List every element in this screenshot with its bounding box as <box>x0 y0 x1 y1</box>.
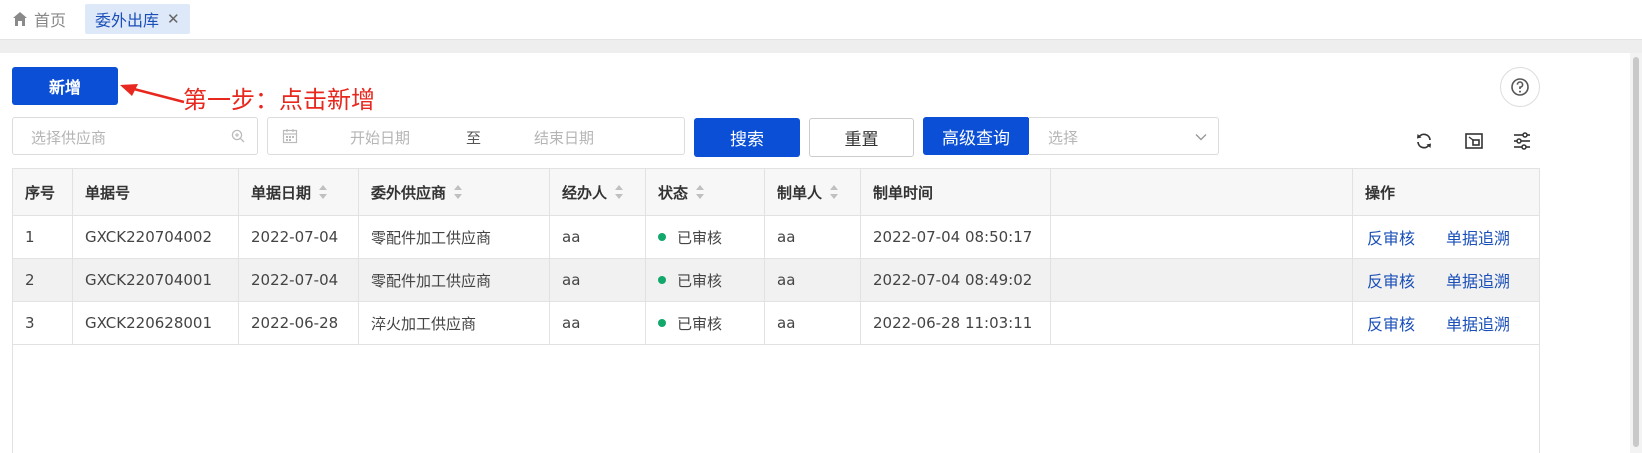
cell-status: 已审核 <box>646 302 765 344</box>
cell-creator: aa <box>765 302 861 344</box>
column-header: 序号 <box>13 169 73 215</box>
cell-status: 已审核 <box>646 216 765 258</box>
date-range-picker[interactable]: 开始日期 至 结束日期 <box>267 117 685 155</box>
column-header <box>1051 169 1353 215</box>
sort-icon[interactable] <box>318 184 328 200</box>
cell-empty <box>1051 302 1353 344</box>
settings-icon[interactable] <box>1512 131 1532 151</box>
data-table: 序号 单据号 单据日期 委外供应商 经办人 状态 制单人 制单时间 操作 1 G… <box>12 168 1540 453</box>
supplier-placeholder: 选择供应商 <box>31 129 107 147</box>
table-row: 1 GXCK220704002 2022-07-04 零配件加工供应商 aa 已… <box>13 216 1539 259</box>
status-dot <box>658 319 666 327</box>
cell-handler: aa <box>550 302 646 344</box>
help-button[interactable] <box>1500 67 1540 107</box>
cell-date: 2022-07-04 <box>239 216 359 258</box>
search-icon[interactable] <box>231 129 245 143</box>
advanced-query-button[interactable]: 高级查询 <box>923 117 1029 155</box>
advanced-select-placeholder: 选择 <box>1048 129 1079 147</box>
status-dot <box>658 276 666 284</box>
sort-icon[interactable] <box>453 184 463 200</box>
cell-created-time: 2022-07-04 08:49:02 <box>861 259 1051 301</box>
unapprove-link[interactable]: 反审核 <box>1367 225 1415 249</box>
cell-no: 1 <box>13 216 73 258</box>
help-icon <box>1511 78 1529 96</box>
supplier-select[interactable]: 选择供应商 <box>12 117 258 155</box>
search-button[interactable]: 搜索 <box>694 118 800 157</box>
advanced-query-select[interactable]: 选择 <box>1028 117 1219 155</box>
unapprove-link[interactable]: 反审核 <box>1367 311 1415 335</box>
cell-actions: 反审核 单据追溯 <box>1353 216 1539 258</box>
tab-bar: 首页 委外出库 ✕ <box>0 0 1642 40</box>
column-header-sortable[interactable]: 单据日期 <box>239 169 359 215</box>
trace-document-link[interactable]: 单据追溯 <box>1446 268 1510 292</box>
fullscreen-icon[interactable] <box>1464 131 1484 151</box>
annotation-text: 第一步：点击新增 <box>183 86 375 114</box>
column-header-sortable[interactable]: 经办人 <box>550 169 646 215</box>
sort-icon[interactable] <box>614 184 624 200</box>
cell-creator: aa <box>765 259 861 301</box>
column-header: 操作 <box>1365 183 1396 202</box>
trace-document-link[interactable]: 单据追溯 <box>1446 225 1510 249</box>
cell-supplier: 淬火加工供应商 <box>359 302 550 344</box>
sort-icon[interactable] <box>695 184 705 200</box>
reset-button[interactable]: 重置 <box>809 118 914 157</box>
column-header: 制单时间 <box>861 169 1051 215</box>
close-icon[interactable]: ✕ <box>167 10 180 28</box>
cell-empty <box>1051 216 1353 258</box>
cell-status: 已审核 <box>646 259 765 301</box>
sort-icon[interactable] <box>829 184 839 200</box>
add-button[interactable]: 新增 <box>12 67 118 105</box>
cell-empty <box>1051 259 1353 301</box>
end-date-input[interactable]: 结束日期 <box>534 127 594 148</box>
start-date-input[interactable]: 开始日期 <box>350 127 410 148</box>
table-row: 2 GXCK220704001 2022-07-04 零配件加工供应商 aa 已… <box>13 259 1539 302</box>
home-icon <box>13 12 27 26</box>
cell-doc-no: GXCK220704002 <box>73 216 239 258</box>
refresh-icon[interactable] <box>1414 131 1434 151</box>
annotation-arrow-icon <box>120 84 185 104</box>
tab-home[interactable]: 首页 <box>12 4 66 34</box>
cell-supplier: 零配件加工供应商 <box>359 259 550 301</box>
table-header: 序号 单据号 单据日期 委外供应商 经办人 状态 制单人 制单时间 操作 <box>13 169 1539 216</box>
date-separator: 至 <box>466 129 482 147</box>
vertical-scrollbar[interactable] <box>1630 53 1642 453</box>
cell-no: 3 <box>13 302 73 344</box>
cell-doc-no: GXCK220704001 <box>73 259 239 301</box>
tab-outsourcing-outbound[interactable]: 委外出库 ✕ <box>85 4 190 34</box>
tab-active-label: 委外出库 <box>95 11 160 30</box>
cell-supplier: 零配件加工供应商 <box>359 216 550 258</box>
column-header-sortable[interactable]: 制单人 <box>765 169 861 215</box>
cell-no: 2 <box>13 259 73 301</box>
content-separator <box>0 40 1642 53</box>
calendar-icon <box>282 129 298 144</box>
cell-creator: aa <box>765 216 861 258</box>
cell-doc-no: GXCK220628001 <box>73 302 239 344</box>
unapprove-link[interactable]: 反审核 <box>1367 268 1415 292</box>
cell-actions: 反审核 单据追溯 <box>1353 302 1539 344</box>
cell-date: 2022-07-04 <box>239 259 359 301</box>
status-dot <box>658 233 666 241</box>
cell-actions: 反审核 单据追溯 <box>1353 259 1539 301</box>
trace-document-link[interactable]: 单据追溯 <box>1446 311 1510 335</box>
column-header-sortable[interactable]: 状态 <box>646 169 765 215</box>
cell-date: 2022-06-28 <box>239 302 359 344</box>
cell-handler: aa <box>550 259 646 301</box>
column-header-sortable[interactable]: 委外供应商 <box>359 169 550 215</box>
cell-created-time: 2022-06-28 11:03:11 <box>861 302 1051 344</box>
tab-home-label: 首页 <box>34 11 67 30</box>
table-row: 3 GXCK220628001 2022-06-28 淬火加工供应商 aa 已审… <box>13 302 1539 345</box>
chevron-down-icon <box>1195 134 1207 141</box>
column-header: 单据号 <box>73 169 239 215</box>
cell-created-time: 2022-07-04 08:50:17 <box>861 216 1051 258</box>
scrollbar-thumb[interactable] <box>1633 57 1639 447</box>
cell-handler: aa <box>550 216 646 258</box>
